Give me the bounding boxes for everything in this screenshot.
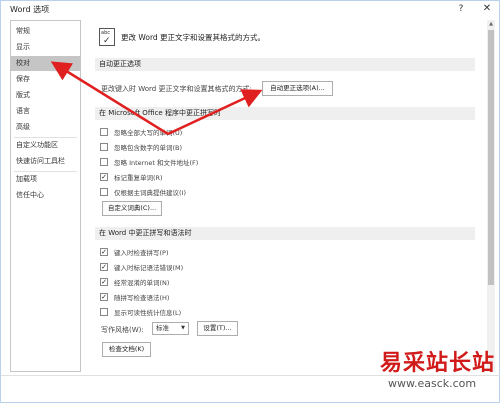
help-button[interactable]: ?	[452, 2, 470, 16]
section-header-autocorrect: 自动更正选项	[95, 58, 475, 71]
checkbox[interactable]	[100, 188, 108, 196]
section-header-word-spelling: 在 Word 中更正拼写和语法时	[95, 227, 475, 240]
option-label: 标记重复单词(R)	[114, 174, 163, 182]
close-button[interactable]: ✕	[478, 2, 496, 16]
proofing-panel: abc ✓ 更改 Word 更正文字和设置其格式的方式。 自动更正选项 更改键入…	[89, 20, 484, 372]
sidebar-item-quick-access-toolbar[interactable]: 快速访问工具栏	[11, 154, 80, 169]
checkbox-checked[interactable]: ✓	[100, 173, 108, 181]
options-sidebar: 常规 显示 校对 保存 版式 语言 高级 自定义功能区 快速访问工具栏 加载项 …	[10, 20, 81, 372]
option-label: 随拼写检查语法(H)	[114, 294, 170, 302]
sidebar-item-language[interactable]: 语言	[11, 104, 80, 119]
option-label: 忽略包含数字的单词(B)	[114, 144, 183, 152]
option-label: 忽略 Internet 和文件地址(F)	[114, 159, 199, 167]
custom-dictionaries-button[interactable]: 自定义词典(C)...	[102, 201, 162, 216]
sidebar-item-advanced[interactable]: 高级	[11, 120, 80, 135]
panel-description: 更改 Word 更正文字和设置其格式的方式。	[121, 33, 266, 42]
sidebar-item-layout[interactable]: 版式	[11, 88, 80, 103]
checkbox-checked[interactable]: ✓	[100, 293, 108, 301]
autocorrect-options-button[interactable]: 自动更正选项(A)...	[262, 81, 333, 96]
checkbox-checked[interactable]: ✓	[100, 278, 108, 286]
panel-scrollbar[interactable]: ▲	[487, 20, 495, 372]
sidebar-item-add-ins[interactable]: 加载项	[11, 172, 80, 187]
option-label: 键入时检查拼写(P)	[114, 249, 169, 257]
option-label: 经常混淆的单词(N)	[114, 279, 170, 287]
checkbox-checked[interactable]: ✓	[100, 248, 108, 256]
dialog-title: Word 选项	[10, 5, 50, 14]
watermark-logo-text: 易采站长站	[380, 350, 496, 376]
recheck-document-button[interactable]: 检查文档(K)	[102, 342, 151, 357]
checkbox[interactable]	[100, 158, 108, 166]
sidebar-item-save[interactable]: 保存	[11, 72, 80, 87]
checkbox-checked[interactable]: ✓	[100, 263, 108, 271]
section-header-office-spelling: 在 Microsoft Office 程序中更正拼写时	[95, 107, 475, 120]
sidebar-item-proofing[interactable]: 校对	[11, 56, 80, 71]
sidebar-item-trust-center[interactable]: 信任中心	[11, 188, 80, 203]
chevron-down-icon: ▼	[181, 325, 185, 331]
option-label: 仅根据主词典提供建议(I)	[114, 189, 186, 197]
scrollbar-thumb[interactable]	[488, 30, 494, 285]
sidebar-item-display[interactable]: 显示	[11, 40, 80, 55]
writing-style-value: 标准	[156, 324, 169, 332]
checkbox[interactable]	[100, 308, 108, 316]
checkbox[interactable]	[100, 143, 108, 151]
sidebar-item-customize-ribbon[interactable]: 自定义功能区	[11, 138, 80, 153]
checkbox[interactable]	[100, 128, 108, 136]
word-options-dialog: Word 选项 ? ✕ 常规 显示 校对 保存 版式 语言 高级 自定义功能区 …	[0, 0, 500, 403]
title-bar: Word 选项 ? ✕	[1, 1, 500, 19]
grammar-settings-button[interactable]: 设置(T)...	[197, 321, 238, 336]
writing-style-label: 写作风格(W):	[101, 326, 144, 334]
option-label: 显示可读性统计信息(L)	[114, 309, 182, 317]
option-label: 忽略全部大写的单词(U)	[114, 129, 183, 137]
autocorrect-description: 更改键入时 Word 更正文字和设置其格式的方式:	[101, 85, 252, 93]
check-glyph: ✓	[103, 36, 111, 46]
writing-style-select[interactable]: 标准 ▼	[152, 322, 189, 335]
sidebar-item-general[interactable]: 常规	[11, 24, 80, 39]
watermark-url: www.easck.com	[388, 377, 477, 390]
option-label: 键入时标记语法错误(M)	[114, 264, 184, 272]
scroll-up-arrow-icon[interactable]: ▲	[487, 20, 495, 28]
proofing-abc-check-icon: abc ✓	[99, 28, 115, 46]
